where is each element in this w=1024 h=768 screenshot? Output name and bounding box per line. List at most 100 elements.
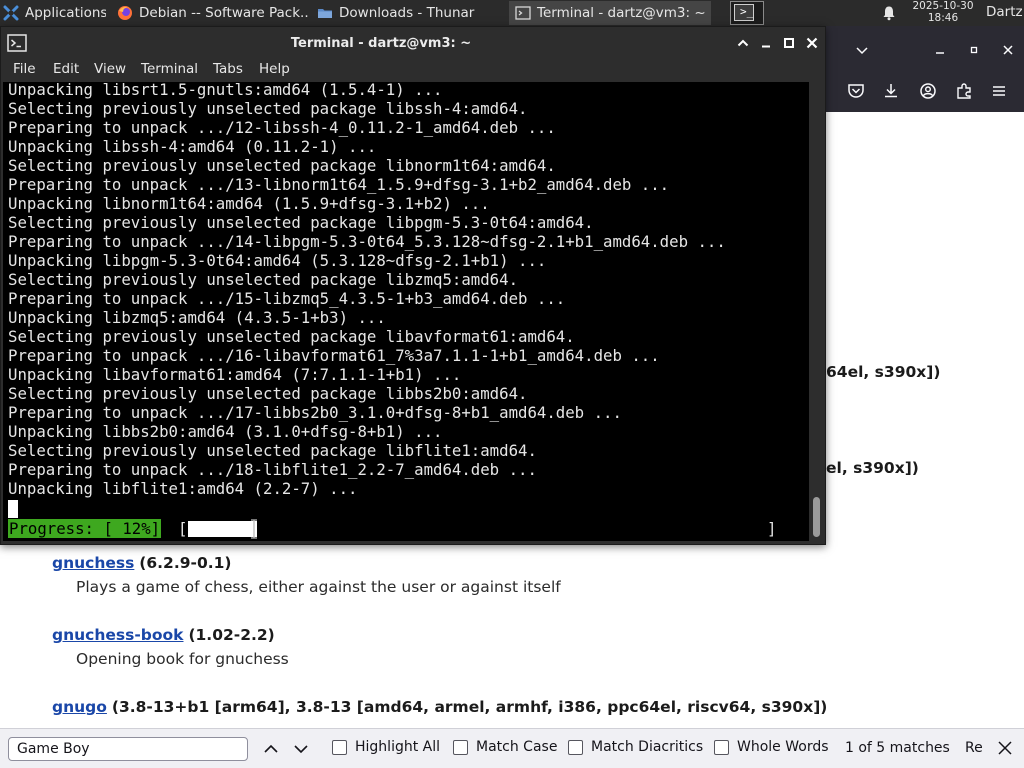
user-menu[interactable]: Dartz bbox=[986, 4, 1023, 20]
find-status-label: Re bbox=[965, 740, 983, 756]
terminal-line: Unpacking libzmq5:amd64 (4.3.5-1+b3) ... bbox=[8, 308, 386, 327]
top-panel: Applications ☰ Debian -- Software Pack..… bbox=[0, 0, 1024, 26]
package-entry: gnuchess (6.2.9-0.1) bbox=[52, 554, 232, 572]
text-caret-icon bbox=[249, 519, 259, 539]
close-icon[interactable] bbox=[998, 40, 1018, 60]
terminal-line: Preparing to unpack .../16-libavformat61… bbox=[8, 346, 660, 365]
menu-help[interactable]: Help bbox=[259, 61, 290, 77]
terminal-screen[interactable]: Unpacking libsrt1.5-gnutls:amd64 (1.5.4-… bbox=[3, 82, 809, 541]
applications-menu-icon bbox=[3, 5, 19, 21]
terminal-line: Unpacking libnorm1t64:amd64 (1.5.9+dfsg-… bbox=[8, 194, 490, 213]
find-match-count: 1 of 5 matches bbox=[845, 740, 950, 756]
taskbar-item-label: Downloads - Thunar bbox=[339, 5, 475, 21]
terminal-cursor bbox=[8, 500, 18, 518]
terminal-output: Unpacking libsrt1.5-gnutls:amd64 (1.5.4-… bbox=[8, 82, 726, 498]
terminal-line: Preparing to unpack .../12-libssh-4_0.11… bbox=[8, 118, 556, 137]
taskbar-item-label: Terminal - dartz@vm3: ~ bbox=[537, 5, 706, 21]
whole-words-checkbox[interactable]: Whole Words bbox=[714, 739, 829, 755]
hamburger-menu-icon[interactable] bbox=[989, 81, 1009, 101]
firefox-icon bbox=[117, 5, 133, 21]
close-icon[interactable] bbox=[804, 35, 820, 51]
notification-bell-icon[interactable] bbox=[881, 5, 897, 21]
terminal-line: Selecting previously unselected package … bbox=[8, 384, 528, 403]
taskbar-item-label: Debian -- Software Pack... bbox=[139, 5, 308, 21]
terminal-line: Selecting previously unselected package … bbox=[8, 270, 519, 289]
menu-view[interactable]: View bbox=[94, 61, 126, 77]
terminal-line: Preparing to unpack .../15-libzmq5_4.3.5… bbox=[8, 289, 566, 308]
account-icon[interactable] bbox=[918, 81, 938, 101]
close-icon[interactable] bbox=[996, 739, 1014, 757]
terminal-line: Unpacking libbs2b0:amd64 (3.1.0+dfsg-8+b… bbox=[8, 422, 443, 441]
applications-label: Applications bbox=[25, 5, 106, 21]
terminal-line: Preparing to unpack .../14-libpgm-5.3-0t… bbox=[8, 232, 726, 251]
workspace-1[interactable]: >_ bbox=[734, 4, 754, 21]
checkbox-box[interactable] bbox=[568, 739, 583, 755]
terminal-icon bbox=[515, 5, 531, 21]
find-input[interactable] bbox=[8, 737, 248, 761]
package-description: Opening book for gnuchess bbox=[76, 650, 289, 668]
maximize-icon[interactable] bbox=[781, 35, 797, 51]
highlight-all-label: Highlight All bbox=[355, 739, 441, 755]
terminal-window[interactable]: Terminal - dartz@vm3: ~ File Edit View T… bbox=[0, 26, 826, 545]
checkbox-box[interactable] bbox=[332, 739, 347, 755]
package-link-gnuchess-book[interactable]: gnuchess-book bbox=[52, 626, 184, 644]
checkbox-box[interactable] bbox=[714, 739, 729, 755]
clock-time: 18:46 bbox=[927, 11, 959, 24]
package-entry: gnugo (3.8-13+b1 [arm64], 3.8-13 [amd64,… bbox=[52, 698, 827, 716]
package-arch-fragment: el, s390x]) bbox=[826, 459, 919, 477]
terminal-line: Selecting previously unselected package … bbox=[8, 99, 528, 118]
applications-menu-button[interactable]: Applications ☰ bbox=[0, 1, 106, 25]
minimize-icon[interactable] bbox=[758, 35, 774, 51]
terminal-line: Preparing to unpack .../18-libflite1_2.2… bbox=[8, 460, 537, 479]
progress-label: Progress: [ 12%] bbox=[8, 519, 162, 538]
match-diacritics-checkbox[interactable]: Match Diacritics bbox=[568, 739, 703, 755]
clock-date: 2025-10-30 bbox=[912, 0, 974, 12]
menu-file[interactable]: File bbox=[13, 61, 36, 77]
workspace-window-glyph: >_ bbox=[740, 5, 754, 18]
highlight-all-checkbox[interactable]: Highlight All bbox=[332, 739, 440, 755]
menu-tabs[interactable]: Tabs bbox=[213, 61, 243, 77]
taskbar-item-terminal[interactable]: Terminal - dartz@vm3: ~ bbox=[509, 1, 711, 25]
terminal-titlebar[interactable]: Terminal - dartz@vm3: ~ bbox=[1, 27, 825, 59]
terminal-line: Unpacking libssh-4:amd64 (0.11.2-1) ... bbox=[8, 137, 377, 156]
package-description: Plays a game of chess, either against th… bbox=[76, 578, 561, 596]
package-link-gnugo[interactable]: gnugo bbox=[52, 698, 107, 716]
whole-words-label: Whole Words bbox=[737, 739, 829, 755]
chevron-up-icon[interactable] bbox=[735, 35, 751, 51]
maximize-icon[interactable] bbox=[964, 40, 984, 60]
minimize-icon[interactable] bbox=[930, 40, 950, 60]
terminal-line: Selecting previously unselected package … bbox=[8, 156, 556, 175]
terminal-line: Preparing to unpack .../13-libnorm1t64_1… bbox=[8, 175, 670, 194]
scrollbar-thumb[interactable] bbox=[813, 497, 820, 537]
find-previous-icon[interactable] bbox=[261, 739, 281, 759]
package-link-gnuchess[interactable]: gnuchess bbox=[52, 554, 134, 572]
panel-clock[interactable]: 2025-10-30 18:46 bbox=[912, 0, 974, 24]
pocket-icon[interactable] bbox=[846, 81, 866, 101]
chevron-down-icon[interactable] bbox=[852, 40, 872, 60]
progress-bracket-left: [ bbox=[178, 519, 188, 538]
package-entry: gnuchess-book (1.02-2.2) bbox=[52, 626, 275, 644]
terminal-line: Selecting previously unselected package … bbox=[8, 327, 575, 346]
find-bar: Highlight All Match Case Match Diacritic… bbox=[0, 728, 1024, 768]
terminal-scrollbar[interactable] bbox=[809, 82, 825, 541]
checkbox-box[interactable] bbox=[453, 739, 468, 755]
progress-bracket-right: ] bbox=[767, 519, 777, 538]
find-next-icon[interactable] bbox=[291, 739, 311, 759]
workspace-switcher[interactable]: >_ bbox=[730, 1, 764, 25]
progress-bar-fill bbox=[188, 521, 257, 537]
match-case-checkbox[interactable]: Match Case bbox=[453, 739, 557, 755]
taskbar-item-thunar[interactable]: Downloads - Thunar bbox=[311, 1, 508, 25]
menu-terminal[interactable]: Terminal bbox=[141, 61, 198, 77]
terminal-line: Selecting previously unselected package … bbox=[8, 441, 537, 460]
downloads-icon[interactable] bbox=[881, 81, 901, 101]
package-version: (1.02-2.2) bbox=[188, 626, 275, 644]
menu-edit[interactable]: Edit bbox=[53, 61, 79, 77]
extensions-icon[interactable] bbox=[954, 81, 974, 101]
match-case-label: Match Case bbox=[476, 739, 558, 755]
terminal-menubar: File Edit View Terminal Tabs Help bbox=[1, 59, 825, 81]
terminal-title: Terminal - dartz@vm3: ~ bbox=[290, 36, 472, 51]
folder-icon bbox=[317, 5, 333, 21]
taskbar-item-browser[interactable]: Debian -- Software Pack... bbox=[111, 1, 308, 25]
terminal-line: Selecting previously unselected package … bbox=[8, 213, 594, 232]
match-diacritics-label: Match Diacritics bbox=[591, 739, 704, 755]
